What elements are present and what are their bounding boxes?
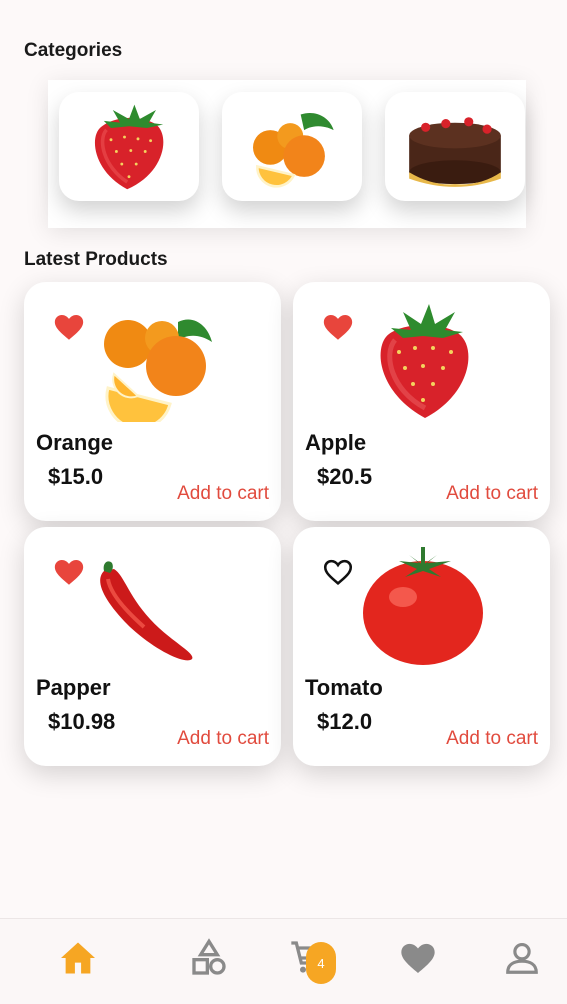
orange-image xyxy=(104,319,212,422)
add-to-cart-button[interactable]: Add to cart xyxy=(446,728,538,750)
nav-favorites[interactable] xyxy=(393,933,443,983)
add-to-cart-button[interactable]: Add to cart xyxy=(177,483,269,505)
heart-filled-icon[interactable] xyxy=(52,310,86,344)
product-name: Apple xyxy=(305,430,367,455)
profile-icon xyxy=(506,942,538,974)
strawberry-icon xyxy=(94,104,164,190)
cart-count-badge: 4 xyxy=(306,942,336,984)
favorites-icon xyxy=(401,943,435,973)
product-card-orange[interactable]: Orange $15.0 Add to cart xyxy=(24,282,281,521)
product-price: $15.0 xyxy=(48,464,104,489)
product-name: Orange xyxy=(36,430,114,455)
orange-icon xyxy=(253,112,334,188)
category-strawberry[interactable] xyxy=(59,92,199,201)
nav-profile[interactable] xyxy=(497,933,547,983)
product-name: Papper xyxy=(36,675,111,700)
categories-title: Categories xyxy=(24,40,123,61)
category-cake[interactable] xyxy=(385,92,525,201)
heart-filled-icon[interactable] xyxy=(321,310,355,344)
product-card-papper[interactable]: Papper $10.98 Add to cart xyxy=(24,527,281,766)
product-name: Tomato xyxy=(305,675,383,700)
strawberry-image xyxy=(380,304,469,418)
tomato-image xyxy=(363,547,483,665)
add-to-cart-button[interactable]: Add to cart xyxy=(177,728,269,750)
category-orange[interactable] xyxy=(222,92,362,201)
product-price: $12.0 xyxy=(317,709,373,734)
home-icon xyxy=(61,942,95,974)
add-to-cart-button[interactable]: Add to cart xyxy=(446,483,538,505)
nav-categories[interactable] xyxy=(184,933,234,983)
product-price: $10.98 xyxy=(48,709,116,734)
chocolate-cake-icon xyxy=(409,116,501,187)
heart-outline-icon[interactable] xyxy=(321,555,355,589)
product-price: $20.5 xyxy=(317,464,373,489)
product-card-tomato[interactable]: Tomato $12.0 Add to cart xyxy=(293,527,550,766)
bottom-navigation xyxy=(0,918,567,1004)
categories-icon xyxy=(192,938,226,975)
latest-products-title: Latest Products xyxy=(24,249,168,270)
nav-home[interactable] xyxy=(53,933,103,983)
red-pepper-image xyxy=(100,561,193,661)
product-card-apple[interactable]: Apple $20.5 Add to cart xyxy=(293,282,550,521)
heart-filled-icon[interactable] xyxy=(52,555,86,589)
